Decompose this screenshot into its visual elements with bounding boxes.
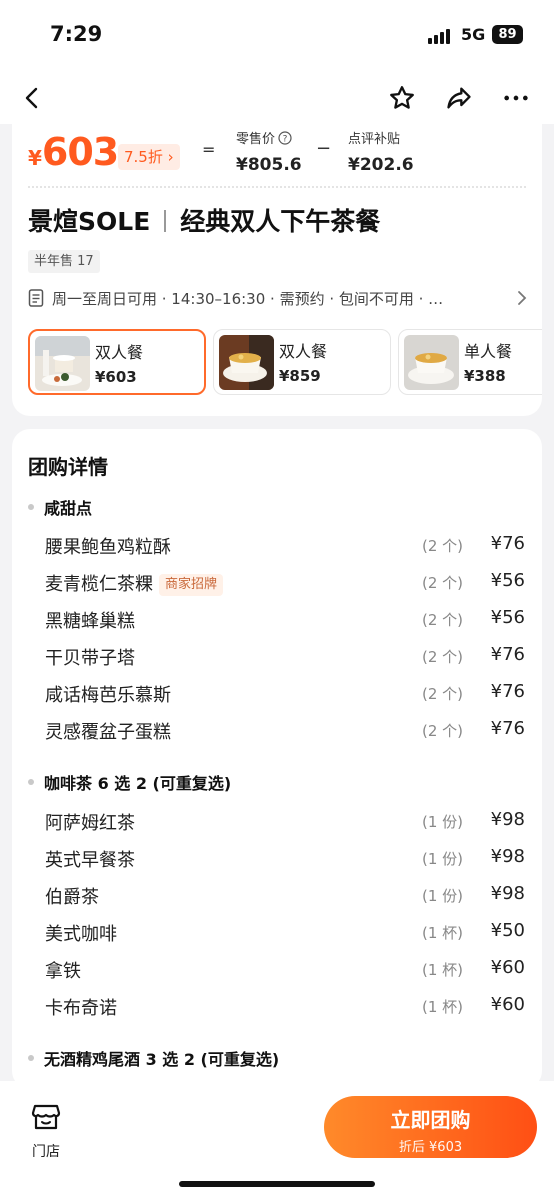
menu-item: 美式咖啡 (1 杯) ¥50 [45, 920, 525, 945]
bullet-icon [28, 779, 34, 785]
package-option[interactable]: 双人餐 ¥859 [213, 329, 391, 395]
deal-summary-card: ¥603 7.5折 › = 零售价 ? ¥805.6 − 点评补贴 ¥202.6… [12, 124, 542, 416]
usage-text: 周一至周日可用 · 14:30–16:30 · 需预约 · 包间不可用 · … [52, 289, 444, 308]
menu-item: 拿铁 (1 杯) ¥60 [45, 957, 525, 982]
buy-label: 立即团购 [390, 1108, 471, 1132]
star-icon[interactable] [386, 82, 418, 114]
package-price: ¥603 [95, 368, 137, 386]
package-price: ¥388 [464, 367, 506, 385]
minus-sign: − [316, 138, 332, 159]
more-icon[interactable] [500, 82, 532, 114]
package-name: 单人餐 [464, 342, 513, 361]
menu-item: 卡布奇诺 (1 杯) ¥60 [45, 994, 525, 1019]
deal-price: ¥603 [28, 130, 119, 174]
menu-item: 咸话梅芭乐慕斯 (2 个) ¥76 [45, 681, 525, 706]
section-header: 无酒精鸡尾酒 3 选 2 (可重复选) [28, 1046, 279, 1070]
bullet-icon [28, 504, 34, 510]
deal-name: 经典双人下午茶餐 [180, 207, 381, 236]
menu-item: 英式早餐茶 (1 份) ¥98 [45, 846, 525, 871]
status-time: 7:29 [50, 22, 103, 46]
menu-item: 黑糖蜂巢糕 (2 个) ¥56 [45, 607, 525, 632]
brand-name: 景煊SOLE [28, 207, 151, 236]
menu-item: 阿萨姆红茶 (1 份) ¥98 [45, 809, 525, 834]
package-image [404, 335, 459, 390]
deal-title: 景煊SOLE 经典双人下午茶餐 [28, 202, 380, 238]
sales-badge: 半年售 17 [28, 250, 100, 273]
buy-price: 折后 ¥603 [398, 1140, 463, 1155]
package-price: ¥859 [279, 367, 321, 385]
retail-price: 零售价 ? ¥805.6 [236, 130, 302, 175]
menu-item: 腰果鲍鱼鸡粒酥 (2 个) ¥76 [45, 533, 525, 558]
package-name: 双人餐 [95, 343, 144, 362]
document-icon [28, 289, 44, 307]
details-title: 团购详情 [28, 455, 108, 479]
equals-sign: = [202, 140, 216, 159]
signal-icon [428, 28, 454, 44]
signature-badge: 商家招牌 [159, 574, 224, 596]
section-header: 咸甜点 [28, 495, 92, 519]
package-option[interactable]: 单人餐 ¥388 [398, 329, 542, 395]
chevron-right-icon: › [167, 148, 174, 166]
chevron-right-icon [518, 291, 527, 305]
price-row: ¥603 7.5折 › = 零售价 ? ¥805.6 − 点评补贴 ¥202.6 [12, 124, 542, 180]
package-image [35, 336, 90, 391]
status-bar: 7:29 5G 89 [0, 0, 554, 72]
discount-tag[interactable]: 7.5折 › [118, 144, 180, 170]
svg-text:?: ? [283, 134, 288, 144]
back-icon[interactable] [16, 82, 48, 114]
bottom-action-bar: 门店 立即团购 折后 ¥603 [0, 1081, 554, 1199]
subsidy: 点评补贴 ¥202.6 [348, 132, 414, 175]
usage-rules-row[interactable]: 周一至周日可用 · 14:30–16:30 · 需预约 · 包间不可用 · … [28, 284, 528, 312]
store-label: 门店 [32, 1144, 60, 1160]
store-button[interactable]: 门店 [26, 1103, 66, 1163]
package-image [219, 335, 274, 390]
menu-item: 干贝带子塔 (2 个) ¥76 [45, 644, 525, 669]
bullet-icon [28, 1055, 34, 1061]
menu-item: 灵感覆盆子蛋糕 (2 个) ¥76 [45, 718, 525, 743]
share-icon[interactable] [443, 82, 475, 114]
nav-bar [0, 72, 554, 124]
section-header: 咖啡茶 6 选 2 (可重复选) [28, 770, 231, 794]
info-icon: ? [278, 130, 292, 145]
buy-now-button[interactable]: 立即团购 折后 ¥603 [324, 1096, 537, 1158]
network-type: 5G [461, 25, 486, 44]
package-name: 双人餐 [279, 342, 328, 361]
battery-icon: 89 [492, 25, 523, 44]
home-indicator [179, 1181, 375, 1187]
menu-item: 麦青榄仁茶粿 商家招牌 (2 个) ¥56 [45, 570, 525, 596]
package-option[interactable]: 双人餐 ¥603 [28, 329, 206, 395]
menu-item: 伯爵茶 (1 份) ¥98 [45, 883, 525, 908]
package-selector: 双人餐 ¥603 双人餐 ¥859 单人餐 ¥388 [28, 329, 542, 395]
deal-details-card: 团购详情 咸甜点 腰果鲍鱼鸡粒酥 (2 个) ¥76 麦青榄仁茶粿 商家招牌 (2… [12, 429, 542, 1089]
store-icon [31, 1104, 61, 1130]
divider [28, 186, 526, 188]
